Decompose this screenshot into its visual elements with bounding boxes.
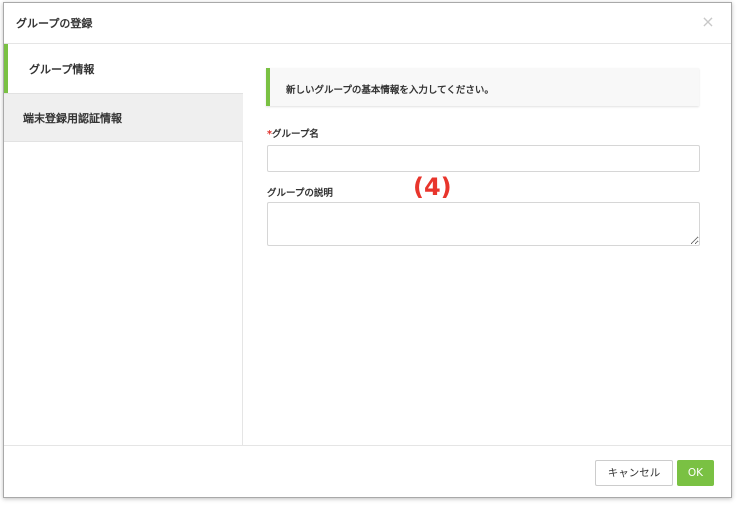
dialog-title: グループの登録 <box>16 17 93 30</box>
tab-group-info-label: グループ情報 <box>29 63 95 76</box>
step-annotation: (4) <box>413 173 452 201</box>
ok-button[interactable]: OK <box>677 460 714 486</box>
dialog-footer: キャンセル OK <box>4 445 731 497</box>
tab-device-auth-info[interactable]: 端末登録用認証情報 <box>4 93 243 142</box>
group-description-textarea[interactable] <box>267 202 700 246</box>
group-name-label-text: グループ名 <box>271 129 319 140</box>
cancel-button[interactable]: キャンセル <box>595 460 673 486</box>
tab-group-info[interactable]: グループ情報 <box>4 44 243 93</box>
sidebar: グループ情報 端末登録用認証情報 <box>4 44 243 445</box>
group-name-input[interactable] <box>267 145 700 172</box>
dialog-header: グループの登録 × <box>4 3 731 44</box>
group-register-dialog: グループの登録 × グループ情報 端末登録用認証情報 新しいグループの基本情報を… <box>3 2 732 498</box>
tab-device-auth-info-label: 端末登録用認証情報 <box>23 112 122 125</box>
close-icon[interactable]: × <box>699 12 717 32</box>
group-name-label: *グループ名 <box>267 126 319 140</box>
info-message: 新しいグループの基本情報を入力してください。 <box>266 68 699 106</box>
group-description-label: グループの説明 <box>267 188 333 199</box>
